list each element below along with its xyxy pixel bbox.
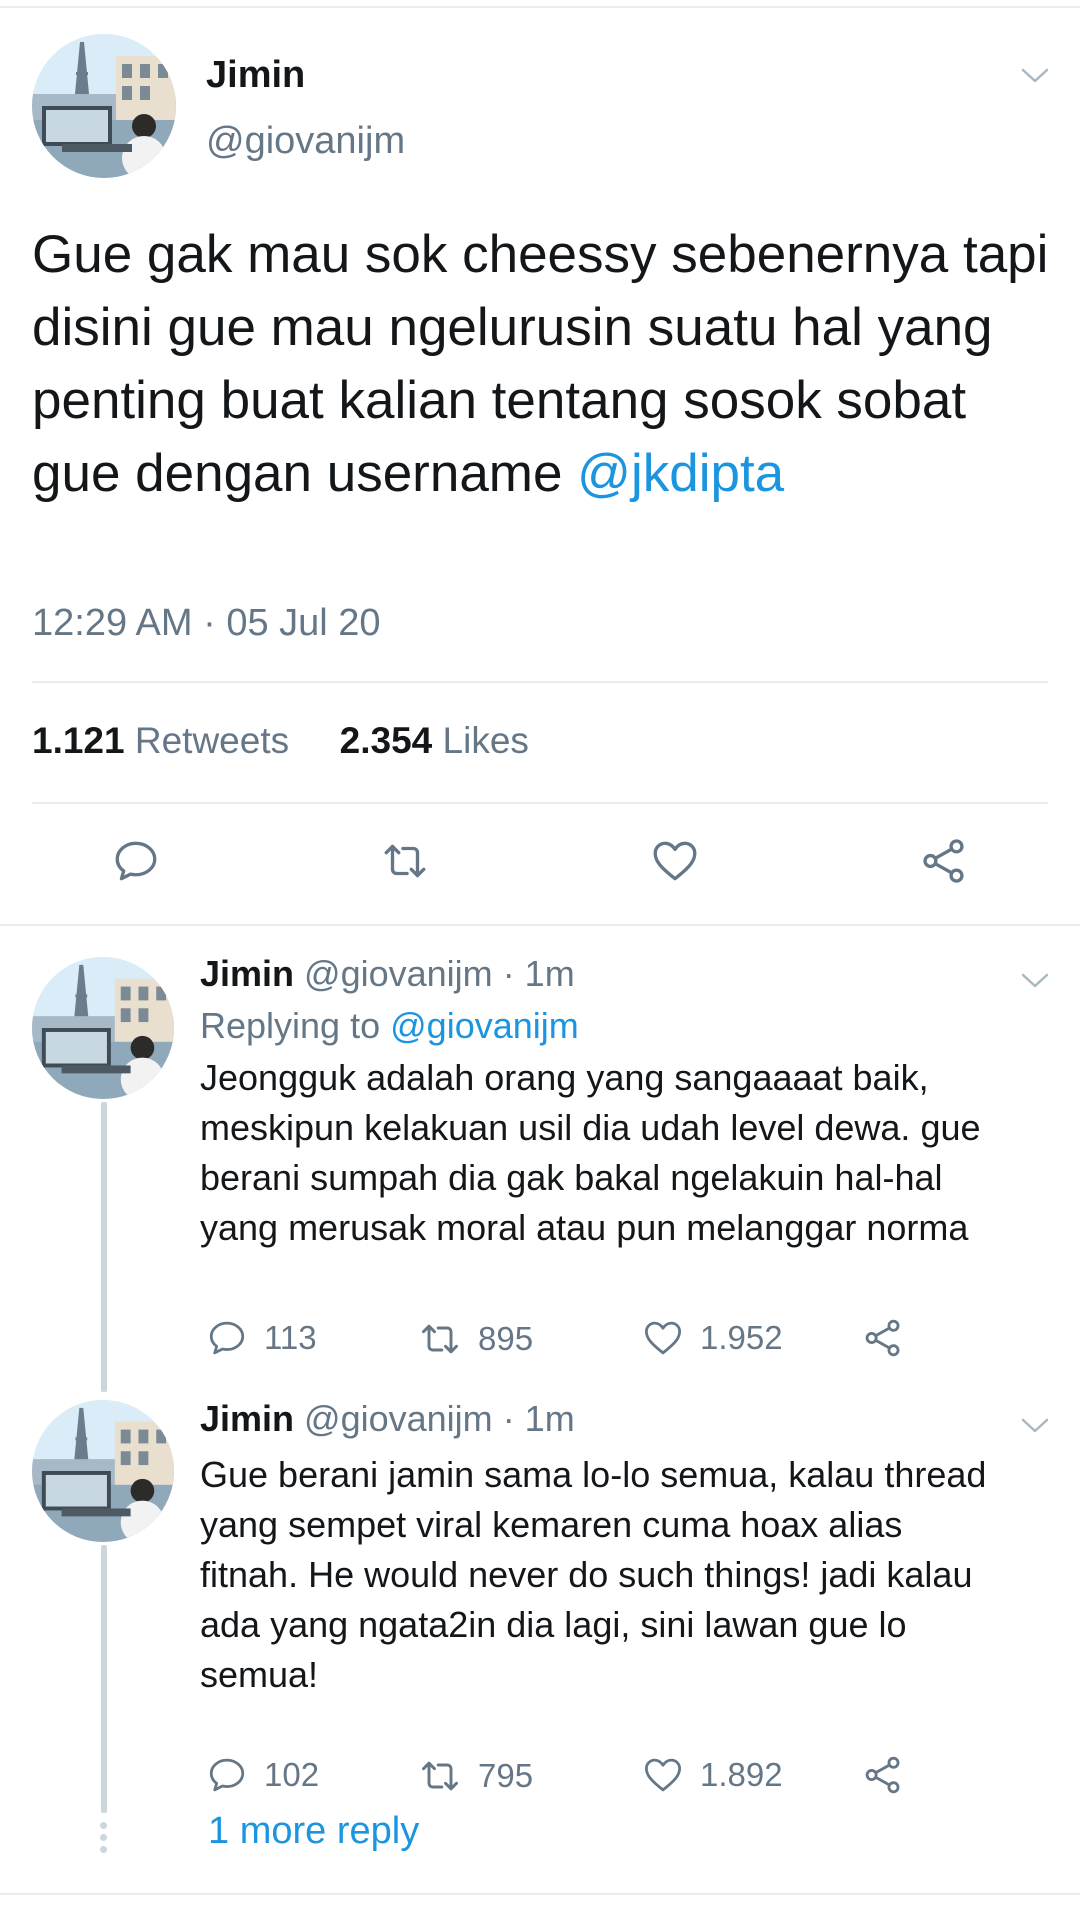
retweet-action[interactable]: 795 <box>418 1754 533 1798</box>
reply-icon[interactable] <box>206 1754 248 1796</box>
divider <box>32 681 1048 683</box>
reply-time: · 1m <box>502 953 575 994</box>
retweet-icon[interactable] <box>418 1317 462 1361</box>
like-icon[interactable] <box>642 1317 684 1359</box>
chevron-down-icon[interactable] <box>1020 66 1050 86</box>
replying-to: Replying to @giovanijm <box>200 1005 579 1047</box>
text-line: berani sumpah dia gak bakal ngelakuin ha… <box>200 1157 943 1198</box>
reply-time: · 1m <box>502 1398 575 1439</box>
tweet-timestamp[interactable]: 12:29 AM · 05 Jul 20 <box>32 602 381 645</box>
replying-label: Replying to <box>200 1005 381 1046</box>
text-line: Gue berani jamin sama lo-lo semua, kalau… <box>200 1454 987 1495</box>
author-name[interactable]: Jimin <box>200 953 294 994</box>
text-line: Jeongguk adalah orang yang sangaaaat bai… <box>200 1057 929 1098</box>
mention-link[interactable]: @jkdipta <box>577 444 784 503</box>
reply-tweet[interactable]: Jimin @giovanijm · 1m Gue berani jamin s… <box>0 1370 1080 1794</box>
reply-text: Gue berani jamin sama lo-lo semua, kalau… <box>200 1450 1050 1700</box>
divider <box>32 802 1048 804</box>
reply-count: 113 <box>264 1319 317 1356</box>
retweet-count: 795 <box>478 1757 534 1794</box>
more-replies-link[interactable]: 1 more reply <box>208 1810 419 1853</box>
share-action[interactable] <box>862 1317 920 1359</box>
author-handle[interactable]: @giovanijm <box>304 1398 493 1439</box>
reply-header: Jimin @giovanijm · 1m <box>200 1398 575 1440</box>
reply-action[interactable]: 113 <box>206 1317 317 1359</box>
reply-count: 102 <box>264 1756 320 1793</box>
like-action[interactable]: 1.892 <box>642 1754 783 1796</box>
bottom-divider <box>0 1893 1080 1895</box>
share-icon[interactable] <box>862 1317 904 1359</box>
tweet-text: Gue gak mau sok cheessy sebenernya tapi … <box>32 218 1052 510</box>
like-count: 1.952 <box>700 1319 783 1356</box>
replying-mention[interactable]: @giovanijm <box>390 1005 579 1046</box>
avatar[interactable] <box>32 34 176 178</box>
likes-count[interactable]: 2.354 <box>340 720 433 761</box>
likes-label[interactable]: Likes <box>443 720 529 761</box>
chevron-down-icon[interactable] <box>1020 1416 1050 1436</box>
avatar[interactable] <box>32 1400 174 1542</box>
retweet-icon[interactable] <box>418 1754 462 1798</box>
reply-icon[interactable] <box>111 836 161 886</box>
author-handle[interactable]: @giovanijm <box>304 953 493 994</box>
like-count: 1.892 <box>700 1756 783 1793</box>
like-icon[interactable] <box>650 836 700 886</box>
tweet-stats: 1.121 Retweets 2.354 Likes <box>32 720 529 762</box>
retweet-action[interactable]: 895 <box>418 1317 533 1361</box>
text-line: ada yang ngata2in dia lagi, sini lawan g… <box>200 1604 907 1645</box>
thread-dots <box>100 1822 108 1858</box>
reply-icon[interactable] <box>206 1317 248 1359</box>
retweets-label[interactable]: Retweets <box>135 720 289 761</box>
like-icon[interactable] <box>642 1754 684 1796</box>
reply-tweet[interactable]: Jimin @giovanijm · 1m Replying to @giova… <box>0 925 1080 1365</box>
tweet-body: Gue gak mau sok cheessy sebenernya tapi … <box>32 225 1049 503</box>
retweet-count: 895 <box>478 1320 534 1357</box>
retweets-count[interactable]: 1.121 <box>32 720 125 761</box>
like-action[interactable]: 1.952 <box>642 1317 783 1359</box>
share-action[interactable] <box>862 1754 920 1796</box>
retweet-icon[interactable] <box>380 836 430 886</box>
text-line: meskipun kelakuan usil dia udah level de… <box>200 1107 981 1148</box>
text-line: semua! <box>200 1654 319 1695</box>
chevron-down-icon[interactable] <box>1020 971 1050 991</box>
reply-header: Jimin @giovanijm · 1m <box>200 953 575 995</box>
main-tweet: Jimin @giovanijm Gue gak mau sok cheessy… <box>0 0 1080 925</box>
author-name[interactable]: Jimin <box>200 1398 294 1439</box>
reply-action[interactable]: 102 <box>206 1754 319 1796</box>
author-name[interactable]: Jimin <box>206 54 305 97</box>
author-handle[interactable]: @giovanijm <box>206 120 405 163</box>
share-icon[interactable] <box>862 1754 904 1796</box>
text-line: fitnah. He would never do such things! j… <box>200 1554 973 1595</box>
reply-text: Jeongguk adalah orang yang sangaaaat bai… <box>200 1053 1050 1253</box>
text-line: yang merusak moral atau pun melanggar no… <box>200 1207 969 1248</box>
avatar[interactable] <box>32 957 174 1099</box>
text-line: yang sempet viral kemaren cuma hoax alia… <box>200 1504 903 1545</box>
share-icon[interactable] <box>919 836 969 886</box>
